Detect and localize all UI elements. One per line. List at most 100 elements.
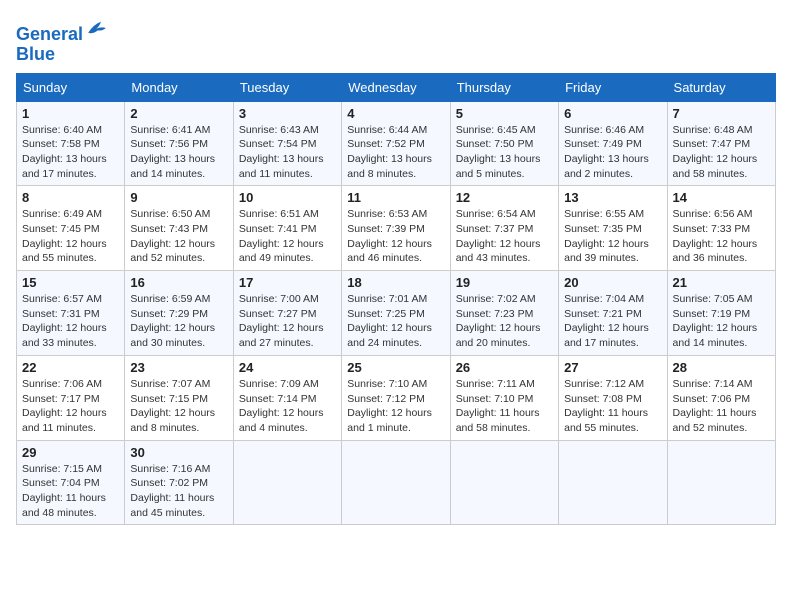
day-cell: 5 Sunrise: 6:45 AM Sunset: 7:50 PM Dayli…: [450, 101, 558, 186]
day-number: 21: [673, 275, 770, 290]
day-number: 17: [239, 275, 336, 290]
week-row-5: 29 Sunrise: 7:15 AM Sunset: 7:04 PM Dayl…: [17, 440, 776, 525]
day-cell: 3 Sunrise: 6:43 AM Sunset: 7:54 PM Dayli…: [233, 101, 341, 186]
day-cell: 25 Sunrise: 7:10 AM Sunset: 7:12 PM Dayl…: [342, 355, 450, 440]
day-number: 10: [239, 190, 336, 205]
day-cell: [559, 440, 667, 525]
day-number: 15: [22, 275, 119, 290]
day-number: 14: [673, 190, 770, 205]
day-number: 26: [456, 360, 553, 375]
day-cell: 6 Sunrise: 6:46 AM Sunset: 7:49 PM Dayli…: [559, 101, 667, 186]
day-cell: [667, 440, 775, 525]
day-cell: 4 Sunrise: 6:44 AM Sunset: 7:52 PM Dayli…: [342, 101, 450, 186]
day-info: Sunrise: 6:40 AM Sunset: 7:58 PM Dayligh…: [22, 123, 119, 182]
day-cell: 9 Sunrise: 6:50 AM Sunset: 7:43 PM Dayli…: [125, 186, 233, 271]
day-cell: 15 Sunrise: 6:57 AM Sunset: 7:31 PM Dayl…: [17, 271, 125, 356]
day-cell: 21 Sunrise: 7:05 AM Sunset: 7:19 PM Dayl…: [667, 271, 775, 356]
day-info: Sunrise: 7:00 AM Sunset: 7:27 PM Dayligh…: [239, 292, 336, 351]
day-number: 6: [564, 106, 661, 121]
day-number: 23: [130, 360, 227, 375]
day-cell: 30 Sunrise: 7:16 AM Sunset: 7:02 PM Dayl…: [125, 440, 233, 525]
col-header-thursday: Thursday: [450, 73, 558, 101]
day-info: Sunrise: 6:41 AM Sunset: 7:56 PM Dayligh…: [130, 123, 227, 182]
day-number: 12: [456, 190, 553, 205]
day-cell: 26 Sunrise: 7:11 AM Sunset: 7:10 PM Dayl…: [450, 355, 558, 440]
day-info: Sunrise: 7:11 AM Sunset: 7:10 PM Dayligh…: [456, 377, 553, 436]
day-info: Sunrise: 6:57 AM Sunset: 7:31 PM Dayligh…: [22, 292, 119, 351]
day-number: 7: [673, 106, 770, 121]
day-cell: 23 Sunrise: 7:07 AM Sunset: 7:15 PM Dayl…: [125, 355, 233, 440]
day-info: Sunrise: 7:07 AM Sunset: 7:15 PM Dayligh…: [130, 377, 227, 436]
day-cell: 17 Sunrise: 7:00 AM Sunset: 7:27 PM Dayl…: [233, 271, 341, 356]
day-info: Sunrise: 7:12 AM Sunset: 7:08 PM Dayligh…: [564, 377, 661, 436]
day-info: Sunrise: 6:43 AM Sunset: 7:54 PM Dayligh…: [239, 123, 336, 182]
col-header-wednesday: Wednesday: [342, 73, 450, 101]
day-info: Sunrise: 7:16 AM Sunset: 7:02 PM Dayligh…: [130, 462, 227, 521]
day-number: 3: [239, 106, 336, 121]
day-info: Sunrise: 6:44 AM Sunset: 7:52 PM Dayligh…: [347, 123, 444, 182]
day-info: Sunrise: 6:46 AM Sunset: 7:49 PM Dayligh…: [564, 123, 661, 182]
day-number: 29: [22, 445, 119, 460]
day-number: 28: [673, 360, 770, 375]
day-info: Sunrise: 7:14 AM Sunset: 7:06 PM Dayligh…: [673, 377, 770, 436]
day-cell: 27 Sunrise: 7:12 AM Sunset: 7:08 PM Dayl…: [559, 355, 667, 440]
day-cell: 13 Sunrise: 6:55 AM Sunset: 7:35 PM Dayl…: [559, 186, 667, 271]
logo-bird-icon: [85, 16, 109, 40]
day-info: Sunrise: 6:51 AM Sunset: 7:41 PM Dayligh…: [239, 207, 336, 266]
day-number: 9: [130, 190, 227, 205]
logo-general: General: [16, 24, 83, 44]
day-cell: 12 Sunrise: 6:54 AM Sunset: 7:37 PM Dayl…: [450, 186, 558, 271]
day-number: 13: [564, 190, 661, 205]
day-info: Sunrise: 6:55 AM Sunset: 7:35 PM Dayligh…: [564, 207, 661, 266]
day-number: 1: [22, 106, 119, 121]
day-info: Sunrise: 6:53 AM Sunset: 7:39 PM Dayligh…: [347, 207, 444, 266]
page-header: General Blue: [16, 16, 776, 65]
day-cell: 28 Sunrise: 7:14 AM Sunset: 7:06 PM Dayl…: [667, 355, 775, 440]
col-header-tuesday: Tuesday: [233, 73, 341, 101]
day-cell: [342, 440, 450, 525]
day-info: Sunrise: 7:04 AM Sunset: 7:21 PM Dayligh…: [564, 292, 661, 351]
day-info: Sunrise: 7:09 AM Sunset: 7:14 PM Dayligh…: [239, 377, 336, 436]
week-row-2: 8 Sunrise: 6:49 AM Sunset: 7:45 PM Dayli…: [17, 186, 776, 271]
day-number: 18: [347, 275, 444, 290]
day-info: Sunrise: 7:10 AM Sunset: 7:12 PM Dayligh…: [347, 377, 444, 436]
logo: General Blue: [16, 16, 109, 65]
day-cell: 29 Sunrise: 7:15 AM Sunset: 7:04 PM Dayl…: [17, 440, 125, 525]
day-cell: 11 Sunrise: 6:53 AM Sunset: 7:39 PM Dayl…: [342, 186, 450, 271]
day-info: Sunrise: 6:45 AM Sunset: 7:50 PM Dayligh…: [456, 123, 553, 182]
day-cell: 8 Sunrise: 6:49 AM Sunset: 7:45 PM Dayli…: [17, 186, 125, 271]
day-number: 30: [130, 445, 227, 460]
day-info: Sunrise: 6:49 AM Sunset: 7:45 PM Dayligh…: [22, 207, 119, 266]
day-info: Sunrise: 7:02 AM Sunset: 7:23 PM Dayligh…: [456, 292, 553, 351]
day-cell: 16 Sunrise: 6:59 AM Sunset: 7:29 PM Dayl…: [125, 271, 233, 356]
week-row-1: 1 Sunrise: 6:40 AM Sunset: 7:58 PM Dayli…: [17, 101, 776, 186]
day-number: 19: [456, 275, 553, 290]
day-number: 22: [22, 360, 119, 375]
day-info: Sunrise: 6:50 AM Sunset: 7:43 PM Dayligh…: [130, 207, 227, 266]
day-number: 8: [22, 190, 119, 205]
day-number: 27: [564, 360, 661, 375]
day-number: 2: [130, 106, 227, 121]
day-cell: [450, 440, 558, 525]
day-number: 20: [564, 275, 661, 290]
day-info: Sunrise: 7:06 AM Sunset: 7:17 PM Dayligh…: [22, 377, 119, 436]
day-info: Sunrise: 6:59 AM Sunset: 7:29 PM Dayligh…: [130, 292, 227, 351]
day-cell: 14 Sunrise: 6:56 AM Sunset: 7:33 PM Dayl…: [667, 186, 775, 271]
day-number: 4: [347, 106, 444, 121]
day-cell: 24 Sunrise: 7:09 AM Sunset: 7:14 PM Dayl…: [233, 355, 341, 440]
day-cell: 22 Sunrise: 7:06 AM Sunset: 7:17 PM Dayl…: [17, 355, 125, 440]
day-info: Sunrise: 6:48 AM Sunset: 7:47 PM Dayligh…: [673, 123, 770, 182]
day-number: 16: [130, 275, 227, 290]
day-info: Sunrise: 7:01 AM Sunset: 7:25 PM Dayligh…: [347, 292, 444, 351]
day-number: 11: [347, 190, 444, 205]
col-header-friday: Friday: [559, 73, 667, 101]
week-row-3: 15 Sunrise: 6:57 AM Sunset: 7:31 PM Dayl…: [17, 271, 776, 356]
day-cell: 10 Sunrise: 6:51 AM Sunset: 7:41 PM Dayl…: [233, 186, 341, 271]
logo-blue: Blue: [16, 44, 55, 64]
day-info: Sunrise: 6:54 AM Sunset: 7:37 PM Dayligh…: [456, 207, 553, 266]
day-cell: 19 Sunrise: 7:02 AM Sunset: 7:23 PM Dayl…: [450, 271, 558, 356]
week-row-4: 22 Sunrise: 7:06 AM Sunset: 7:17 PM Dayl…: [17, 355, 776, 440]
calendar-table: SundayMondayTuesdayWednesdayThursdayFrid…: [16, 73, 776, 526]
day-info: Sunrise: 7:05 AM Sunset: 7:19 PM Dayligh…: [673, 292, 770, 351]
day-cell: 20 Sunrise: 7:04 AM Sunset: 7:21 PM Dayl…: [559, 271, 667, 356]
